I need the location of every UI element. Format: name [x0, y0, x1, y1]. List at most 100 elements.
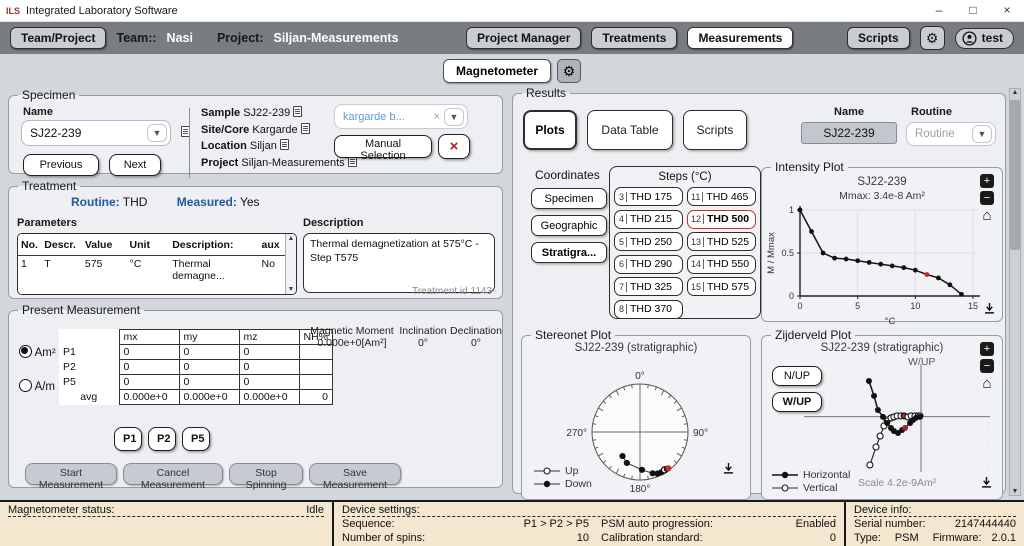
parameters-row[interactable]: 1 T 575 °C Thermal demagne... No: [18, 255, 285, 294]
step-button-thd-370[interactable]: 8THD 370: [614, 300, 683, 319]
step-button-thd-550[interactable]: 14THD 550: [687, 255, 756, 274]
document-icon[interactable]: [301, 123, 310, 134]
step-label: THD 290: [630, 258, 672, 270]
svg-text:°C: °C: [885, 316, 896, 326]
scroll-down-icon[interactable]: ▼: [288, 286, 295, 293]
stop-spinning-button[interactable]: Stop Spinning: [229, 463, 303, 485]
n-up-button[interactable]: N/UP: [772, 366, 822, 386]
svg-text:270°: 270°: [566, 428, 587, 439]
position-p2-button[interactable]: P2: [148, 427, 176, 451]
step-button-thd-290[interactable]: 6THD 290: [614, 255, 683, 274]
results-routine-combobox[interactable]: Routine ▼: [906, 122, 996, 146]
download-icon: [723, 463, 734, 474]
document-icon[interactable]: [293, 106, 302, 117]
clear-icon[interactable]: ×: [434, 111, 440, 123]
home-button[interactable]: ⌂: [979, 376, 995, 390]
scroll-up-icon[interactable]: ▲: [288, 235, 295, 242]
w-up-button[interactable]: W/UP: [772, 392, 822, 412]
unit-am-option[interactable]: A/m: [19, 379, 55, 393]
filled-marker-icon: [772, 471, 798, 479]
unit-am-label: A/m: [35, 381, 55, 393]
scroll-down-icon[interactable]: ▼: [1012, 488, 1019, 495]
coord-stratigraphic-button[interactable]: Stratigra...: [531, 242, 607, 263]
measurement-row-p2: P2 0 0 0: [59, 360, 333, 375]
maximize-button[interactable]: □: [956, 0, 990, 22]
spins-label: Number of spins:: [342, 532, 425, 544]
previous-specimen-button[interactable]: Previous: [23, 154, 99, 176]
tab-data-table[interactable]: Data Table: [587, 110, 673, 150]
close-button[interactable]: ×: [990, 0, 1024, 22]
zoom-out-button[interactable]: −: [980, 359, 994, 373]
step-button-thd-175[interactable]: 3THD 175: [614, 187, 683, 206]
magnetometer-tab[interactable]: Magnetometer: [443, 59, 551, 83]
magnetometer-settings-button[interactable]: ⚙: [557, 59, 581, 83]
minus-icon: −: [984, 192, 990, 204]
download-button[interactable]: [723, 462, 734, 477]
tab-plots[interactable]: Plots: [523, 110, 577, 150]
stereonet-plot-panel: Stereonet Plot SJ22-239 (stratigraphic) …: [521, 328, 751, 500]
step-number: 4: [618, 214, 627, 224]
spins-value: 10: [577, 532, 589, 544]
home-icon: ⌂: [982, 375, 991, 392]
treatments-tab[interactable]: Treatments: [591, 27, 677, 49]
manual-selection-button[interactable]: Manual Selection: [334, 135, 432, 158]
description-box[interactable]: Thermal demagnetization at 575°C - Step …: [303, 233, 495, 293]
start-measurement-button[interactable]: Start Measurement: [25, 463, 117, 485]
save-measurement-button[interactable]: Save Measurement: [309, 463, 401, 485]
p1-mx: 0: [119, 345, 179, 360]
minimize-button[interactable]: –: [922, 0, 956, 22]
chevron-down-icon[interactable]: ▼: [147, 124, 167, 142]
step-button-thd-500[interactable]: 12THD 500: [687, 210, 756, 229]
document-icon[interactable]: [280, 139, 289, 150]
zoom-in-button[interactable]: +: [980, 174, 994, 188]
results-legend: Results: [522, 86, 570, 100]
coord-specimen-button[interactable]: Specimen: [531, 188, 607, 209]
parameters-scrollbar[interactable]: ▲ ▼: [285, 234, 296, 294]
measurements-tab[interactable]: Measurements: [687, 27, 793, 49]
sample-value: SJ22-239: [243, 107, 290, 119]
gear-icon: ⚙: [563, 63, 576, 79]
selection-filter-combobox[interactable]: kargarde b... × ▼: [334, 104, 468, 129]
zijderveld-title: SJ22-239 (stratigraphic): [762, 342, 1002, 354]
row-label: P5: [59, 375, 119, 390]
position-p5-button[interactable]: P5: [182, 427, 210, 451]
step-button-thd-250[interactable]: 5THD 250: [614, 232, 683, 251]
project-manager-button[interactable]: Project Manager: [466, 27, 581, 49]
user-menu[interactable]: test: [955, 28, 1014, 49]
step-button-thd-575[interactable]: 15THD 575: [687, 277, 756, 296]
radio-am-icon[interactable]: [19, 379, 32, 392]
type-value: PSM: [895, 532, 919, 544]
download-button[interactable]: [981, 476, 992, 491]
p2-mx: 0: [119, 360, 179, 375]
x-icon: ×: [450, 138, 459, 155]
serial-value: 2147444440: [955, 518, 1016, 530]
step-button-thd-215[interactable]: 4THD 215: [614, 210, 683, 229]
position-p1-button[interactable]: P1: [114, 427, 142, 451]
measurement-row-avg: avg 0.000e+0 0.000e+0 0.000e+0 0: [59, 390, 333, 405]
calibration-label: Calibration standard:: [601, 532, 703, 544]
next-specimen-button[interactable]: Next: [109, 154, 161, 176]
coord-geographic-button[interactable]: Geographic: [531, 215, 607, 236]
unit-am2-label: Am²: [35, 347, 56, 359]
tab-scripts[interactable]: Scripts: [683, 110, 747, 150]
team-project-button[interactable]: Team/Project: [10, 27, 106, 49]
chevron-down-icon[interactable]: ▼: [444, 108, 464, 126]
unit-am2-option[interactable]: Am²: [19, 345, 56, 359]
specimen-legend: Specimen: [18, 88, 79, 102]
deselect-button[interactable]: ×: [438, 134, 470, 159]
step-button-thd-465[interactable]: 11THD 465: [687, 187, 756, 206]
zoom-in-button[interactable]: +: [980, 342, 994, 356]
chevron-down-icon[interactable]: ▼: [972, 125, 992, 143]
step-button-thd-325[interactable]: 7THD 325: [614, 277, 683, 296]
download-button[interactable]: [984, 302, 995, 317]
step-button-thd-525[interactable]: 13THD 525: [687, 232, 756, 251]
zoom-out-button[interactable]: −: [980, 191, 994, 205]
cancel-measurement-button[interactable]: Cancel Measurement: [123, 463, 223, 485]
specimen-name-combobox[interactable]: SJ22-239 ▼: [21, 120, 171, 146]
scroll-up-icon[interactable]: ▲: [1012, 89, 1019, 96]
results-scrollbar-thumb[interactable]: [1010, 100, 1020, 250]
settings-gear-button[interactable]: ⚙: [920, 26, 945, 50]
scripts-button[interactable]: Scripts: [847, 27, 910, 49]
p5-mx: 0: [119, 375, 179, 390]
radio-am2-icon[interactable]: [19, 345, 32, 358]
